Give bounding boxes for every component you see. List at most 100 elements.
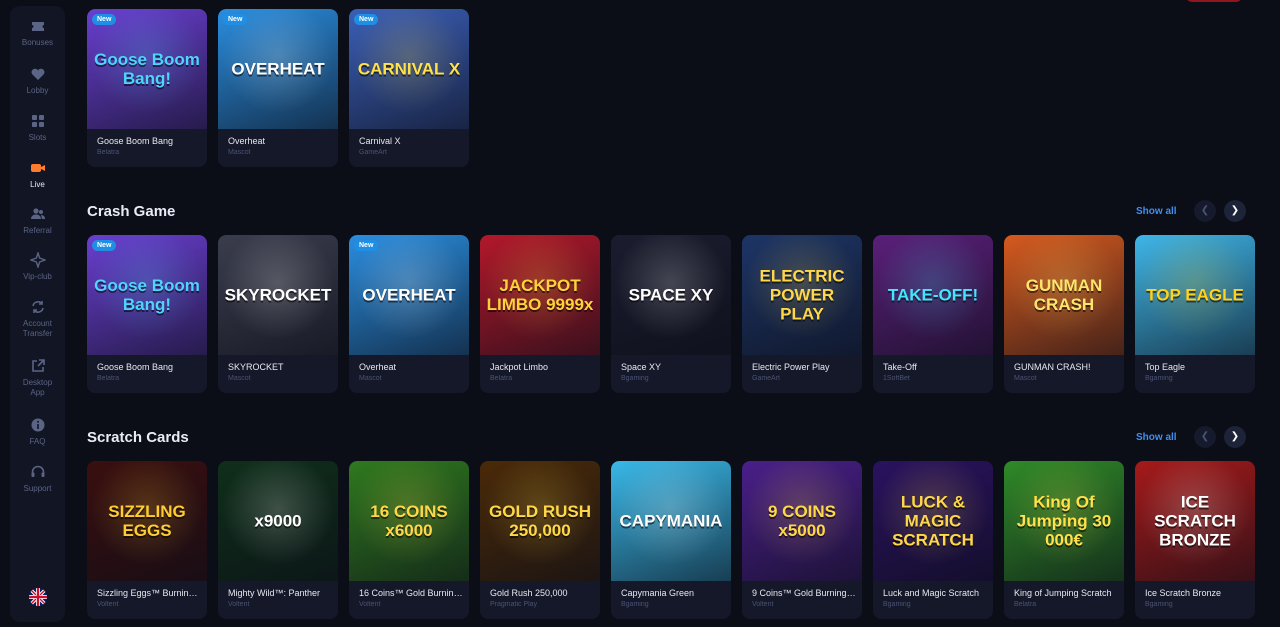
crash-game-row: Goose Boom Bang! New Goose Boom Bang Belatr… — [87, 235, 1255, 395]
game-card[interactable]: TAKE-OFF! Take-Off 1SoftBet — [873, 235, 993, 393]
chevron-left-icon[interactable]: ❮ — [1194, 426, 1216, 448]
game-thumbnail[interactable]: LUCK & MAGIC SCRATCH — [873, 461, 993, 581]
game-name: Ice Scratch Bronze — [1145, 588, 1222, 598]
chevron-left-icon[interactable]: ❮ — [1194, 200, 1216, 222]
sidebar-item-desktop-app[interactable]: Desktop App — [10, 358, 65, 398]
sidebar-item-support[interactable]: Support — [10, 464, 65, 494]
game-name: 9 Coins™ Gold Burning Board — [752, 588, 856, 598]
uk-flag-icon[interactable] — [29, 588, 47, 606]
game-art-title: SKYROCKET — [224, 285, 332, 305]
game-provider: Belatra — [1014, 601, 1037, 608]
game-art-title: Goose Boom Bang! — [94, 50, 200, 88]
sidebar-item-referral[interactable]: Referral — [10, 206, 65, 236]
game-thumbnail[interactable]: GUNMAN CRASH — [1004, 235, 1124, 355]
game-provider: Mascot — [228, 375, 251, 382]
sidebar-item-bonuses[interactable]: Bonuses — [10, 18, 65, 48]
game-card[interactable]: Goose Boom Bang! New Goose Boom Bang Belatr… — [87, 9, 207, 167]
game-card[interactable]: GUNMAN CRASH GUNMAN CRASH! Mascot — [1004, 235, 1124, 393]
sidebar-item-label: Live — [30, 180, 45, 189]
game-name: Luck and Magic Scratch — [883, 588, 980, 598]
game-card[interactable]: 9 COINS x5000 9 Coins™ Gold Burning Board… — [742, 461, 862, 619]
game-thumbnail[interactable]: SKYROCKET — [218, 235, 338, 355]
game-card[interactable]: SPACE XY Space XY Bgaming — [611, 235, 731, 393]
sidebar-item-label: Vip-club — [23, 272, 52, 281]
game-card[interactable]: CAPYMANIA Capymania Green Bgaming — [611, 461, 731, 619]
game-thumbnail[interactable]: CARNIVAL X New — [349, 9, 469, 129]
game-thumbnail[interactable]: OVERHEAT New — [349, 235, 469, 355]
game-art-title: King Of Jumping 30 000€ — [1016, 492, 1112, 550]
game-art-title: TOP EAGLE — [1146, 285, 1244, 305]
game-card[interactable]: ELECTRIC POWER PLAY Electric Power Play Ga… — [742, 235, 862, 393]
game-art-title: 9 COINS x5000 — [767, 502, 837, 540]
sidebar-item-slots[interactable]: Slots — [10, 113, 65, 143]
game-art-title: CARNIVAL X — [357, 59, 461, 79]
sidebar-item-vip-club[interactable]: Vip-club — [10, 252, 65, 282]
game-thumbnail[interactable]: Goose Boom Bang! New — [87, 9, 207, 129]
game-thumbnail[interactable]: 16 COINS x6000 — [349, 461, 469, 581]
game-thumbnail[interactable]: TOP EAGLE — [1135, 235, 1255, 355]
game-card[interactable]: SIZZLING EGGS Sizzling Eggs™ Burning Boar… — [87, 461, 207, 619]
game-card[interactable]: GOLD RUSH 250,000 Gold Rush 250,000 Pragma… — [480, 461, 600, 619]
chevron-right-icon[interactable]: ❯ — [1224, 426, 1246, 448]
sidebar-item-label: Slots — [28, 133, 47, 142]
game-thumbnail[interactable]: ELECTRIC POWER PLAY — [742, 235, 862, 355]
game-card[interactable]: 16 COINS x6000 16 Coins™ Gold Burning Boa… — [349, 461, 469, 619]
game-provider: GameArt — [359, 149, 388, 156]
game-card[interactable]: JACKPOT LIMBO 9999x Jackpot Limbo Belatra — [480, 235, 600, 393]
external-link-icon — [31, 359, 45, 372]
chevron-right-icon[interactable]: ❯ — [1224, 200, 1246, 222]
game-name: Goose Boom Bang — [97, 136, 174, 146]
game-card[interactable]: King Of Jumping 30 000€ King of Jumping S… — [1004, 461, 1124, 619]
game-provider: Voltent — [359, 601, 381, 608]
game-thumbnail[interactable]: GOLD RUSH 250,000 — [480, 461, 600, 581]
sidebar-item-account-transfer[interactable]: Account Transfer — [10, 299, 65, 339]
game-thumbnail[interactable]: SPACE XY — [611, 235, 731, 355]
game-card[interactable]: LUCK & MAGIC SCRATCH Luck and Magic Scrat… — [873, 461, 993, 619]
game-name: Space XY — [621, 362, 662, 372]
grid-icon — [31, 115, 44, 127]
game-thumbnail[interactable]: SIZZLING EGGS — [87, 461, 207, 581]
game-art-title: LUCK & MAGIC SCRATCH — [892, 492, 974, 550]
game-card[interactable]: SKYROCKET SKYROCKET Mascot — [218, 235, 338, 393]
game-thumbnail[interactable]: OVERHEAT New — [218, 9, 338, 129]
game-name: GUNMAN CRASH! — [1014, 362, 1091, 372]
game-thumbnail[interactable]: TAKE-OFF! — [873, 235, 993, 355]
game-card[interactable]: x9000 Mighty Wild™: Panther Voltent — [218, 461, 338, 619]
sparkle-icon — [29, 252, 46, 268]
game-card[interactable]: ICE SCRATCH BRONZE Ice Scratch Bronze Bgam… — [1135, 461, 1255, 619]
ticket-icon — [31, 22, 44, 31]
show-all-scratch-cards-link[interactable]: Show all — [1136, 432, 1177, 443]
sidebar-item-label: Desktop — [22, 378, 53, 387]
game-art-title: OVERHEAT — [362, 285, 456, 305]
game-card[interactable]: Goose Boom Bang! New Goose Boom Bang Belatr… — [87, 235, 207, 393]
game-name: Jackpot Limbo — [490, 362, 549, 372]
game-name: Sizzling Eggs™ Burning Board — [97, 588, 201, 598]
sidebar-item-label-2: App — [30, 388, 45, 397]
game-art-title: 16 COINS x6000 — [370, 502, 448, 540]
game-thumbnail[interactable]: x9000 — [218, 461, 338, 581]
game-thumbnail[interactable]: JACKPOT LIMBO 9999x — [480, 235, 600, 355]
section-title-scratch-cards: Scratch Cards — [87, 429, 189, 446]
game-thumbnail[interactable]: King Of Jumping 30 000€ — [1004, 461, 1124, 581]
game-art-title: ELECTRIC POWER PLAY — [759, 266, 845, 324]
game-art-title: SPACE XY — [628, 285, 714, 305]
game-card[interactable]: TOP EAGLE Top Eagle Bgaming — [1135, 235, 1255, 393]
game-thumbnail[interactable]: Goose Boom Bang! New — [87, 235, 207, 355]
game-card[interactable]: OVERHEAT New Overheat Mascot — [218, 9, 338, 167]
sidebar-item-label-2: Transfer — [22, 329, 53, 338]
game-thumbnail[interactable]: ICE SCRATCH BRONZE — [1135, 461, 1255, 581]
game-card[interactable]: CARNIVAL X New Carnival X GameArt — [349, 9, 469, 167]
game-thumbnail[interactable]: 9 COINS x5000 — [742, 461, 862, 581]
sidebar-item-lobby[interactable]: Lobby — [10, 66, 65, 96]
new-badge: New — [354, 14, 379, 25]
video-camera-icon — [30, 164, 45, 172]
show-all-crash-game-link[interactable]: Show all — [1136, 206, 1177, 217]
game-thumbnail[interactable]: CAPYMANIA — [611, 461, 731, 581]
game-provider: Mascot — [359, 375, 382, 382]
sidebar-item-live[interactable]: Live — [10, 160, 65, 190]
new-badge: New — [92, 240, 117, 251]
game-card[interactable]: OVERHEAT New Overheat Mascot — [349, 235, 469, 393]
game-name: Gold Rush 250,000 — [490, 588, 568, 598]
sidebar-item-faq[interactable]: FAQ — [10, 417, 65, 447]
transfer-icon — [31, 301, 44, 313]
